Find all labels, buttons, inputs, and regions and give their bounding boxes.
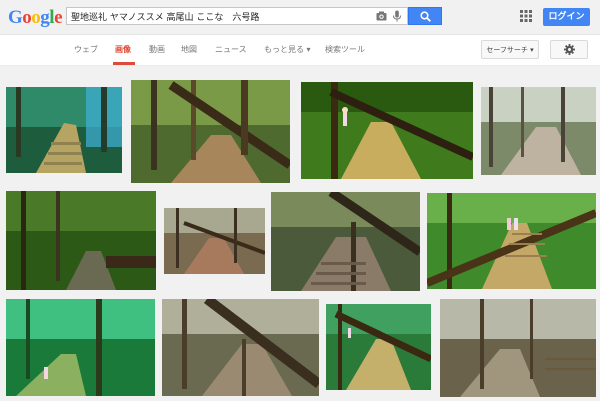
- image-result-t5[interactable]: [6, 191, 156, 290]
- tab-news[interactable]: ニュース: [215, 44, 247, 55]
- tab-search-tools[interactable]: 検索ツール: [325, 44, 365, 55]
- search-nav: ウェブ 画像 動画 地図 ニュース もっと見る ▾ 検索ツール セーフサーチ ▾: [0, 35, 600, 66]
- image-result-t1[interactable]: [6, 87, 122, 173]
- google-logo[interactable]: Google: [8, 7, 62, 29]
- image-result-t8[interactable]: [427, 193, 596, 289]
- top-bar: Google ログイン: [0, 0, 600, 35]
- search-box[interactable]: [66, 7, 408, 25]
- settings-button[interactable]: [550, 40, 588, 59]
- image-result-t9[interactable]: [6, 299, 155, 396]
- tab-images[interactable]: 画像: [115, 44, 131, 55]
- search-input[interactable]: [71, 8, 371, 24]
- image-results-grid: [0, 66, 600, 401]
- image-result-t10[interactable]: [162, 299, 319, 396]
- image-result-t6[interactable]: [164, 208, 265, 274]
- logo-letter: o: [22, 7, 32, 28]
- image-result-t12[interactable]: [440, 299, 596, 397]
- logo-letter: e: [54, 7, 62, 28]
- tab-video[interactable]: 動画: [149, 44, 165, 55]
- search-button[interactable]: [408, 7, 442, 25]
- microphone-icon[interactable]: [392, 10, 402, 22]
- image-result-t11[interactable]: [326, 304, 431, 390]
- apps-grid-icon[interactable]: [520, 10, 532, 22]
- safe-search-button[interactable]: セーフサーチ ▾: [481, 40, 539, 59]
- login-button[interactable]: ログイン: [543, 8, 590, 26]
- image-result-t3[interactable]: [301, 82, 473, 179]
- logo-letter: G: [8, 7, 23, 28]
- logo-letter: o: [31, 7, 41, 28]
- image-result-t4[interactable]: [481, 87, 596, 175]
- search-icon: [420, 11, 431, 22]
- image-result-t7[interactable]: [271, 192, 420, 291]
- tab-more[interactable]: もっと見る ▾: [264, 44, 311, 55]
- tab-web[interactable]: ウェブ: [74, 44, 98, 55]
- active-tab-indicator: [113, 62, 135, 65]
- logo-letter: g: [40, 7, 50, 28]
- gear-icon: [564, 44, 575, 55]
- camera-icon[interactable]: [376, 11, 387, 21]
- tab-maps[interactable]: 地図: [181, 44, 197, 55]
- image-result-t2[interactable]: [131, 80, 290, 183]
